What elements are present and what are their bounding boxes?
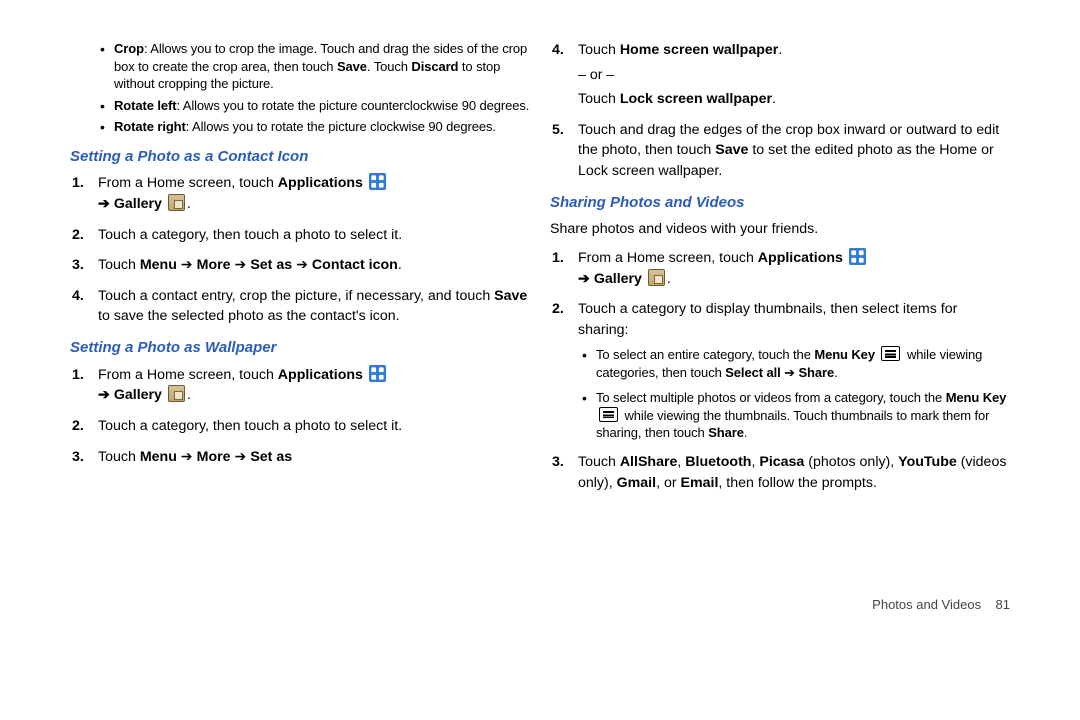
step-s2: 2.Touch a category to display thumbnails… [550,299,1010,442]
bullet-rotate-left: Rotate left: Allows you to rotate the pi… [114,97,530,115]
applications-icon [369,173,386,190]
right-column: 4. Touch Home screen wallpaper. – or – T… [540,40,1020,620]
applications-icon [849,248,866,265]
step-1: 1. From a Home screen, touch Application… [70,173,530,214]
edit-options-list: Crop: Allows you to crop the image. Touc… [70,40,530,136]
step-s1: 1. From a Home screen, touch Application… [550,248,1010,289]
menu-key-icon [599,407,618,422]
steps-contact-icon: 1. From a Home screen, touch Application… [70,173,530,327]
step-2: 2.Touch a category, then touch a photo t… [70,225,530,246]
steps-wallpaper-cont: 4. Touch Home screen wallpaper. – or – T… [550,40,1010,182]
step-w4: 4. Touch Home screen wallpaper. – or – T… [550,40,1010,110]
steps-sharing: 1. From a Home screen, touch Application… [550,248,1010,493]
step-w5: 5.Touch and drag the edges of the crop b… [550,120,1010,182]
heading-contact-icon: Setting a Photo as a Contact Icon [70,146,530,168]
bullet-crop: Crop: Allows you to crop the image. Touc… [114,40,530,93]
heading-wallpaper: Setting a Photo as Wallpaper [70,337,530,359]
menu-key-icon [881,346,900,361]
left-column: Crop: Allows you to crop the image. Touc… [60,40,540,620]
heading-sharing: Sharing Photos and Videos [550,192,1010,214]
applications-icon [369,365,386,382]
step-4: 4.Touch a contact entry, crop the pictur… [70,286,530,327]
step-w2: 2.Touch a category, then touch a photo t… [70,416,530,437]
share-entire: To select an entire category, touch the … [596,346,1010,381]
page-footer: Photos and Videos 81 [872,597,1010,612]
steps-wallpaper: 1. From a Home screen, touch Application… [70,365,530,467]
gallery-icon [648,269,665,286]
manual-page: Crop: Allows you to crop the image. Touc… [0,0,1080,640]
step-w3: 3.Touch Menu ➔ More ➔ Set as [70,447,530,468]
gallery-icon [168,194,185,211]
step-s3: 3.Touch AllShare, Bluetooth, Picasa (pho… [550,452,1010,493]
share-multiple: To select multiple photos or videos from… [596,389,1010,442]
step-w1: 1. From a Home screen, touch Application… [70,365,530,406]
share-options: To select an entire category, touch the … [578,346,1010,442]
footer-section: Photos and Videos [872,597,981,612]
footer-page-number: 81 [996,597,1010,612]
sharing-intro: Share photos and videos with your friend… [550,219,1010,240]
bullet-rotate-right: Rotate right: Allows you to rotate the p… [114,118,530,136]
step-3: 3.Touch Menu ➔ More ➔ Set as ➔ Contact i… [70,255,530,276]
gallery-icon [168,385,185,402]
